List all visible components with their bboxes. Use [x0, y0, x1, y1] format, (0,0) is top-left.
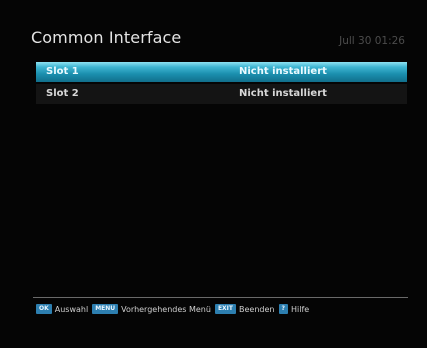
slot-name: Slot 1	[46, 66, 79, 77]
help-key-icon[interactable]: ?	[278, 304, 288, 314]
ok-key-icon[interactable]: OK	[36, 304, 52, 314]
slot-row-1[interactable]: Slot 1 Nicht installiert	[36, 62, 407, 82]
slot-status: Nicht installiert	[239, 66, 327, 77]
help-hint-label: Hilfe	[290, 304, 310, 314]
clock: Jull 30 01:26	[339, 35, 405, 47]
slot-status: Nicht installiert	[239, 88, 327, 99]
screen: Common Interface Jull 30 01:26 Slot 1 Ni…	[0, 0, 427, 348]
slot-list: Slot 1 Nicht installiert Slot 2 Nicht in…	[36, 62, 407, 106]
menu-key-icon[interactable]: MENU	[92, 304, 119, 314]
slot-row-2[interactable]: Slot 2 Nicht installiert	[36, 84, 407, 104]
exit-key-icon[interactable]: EXIT	[214, 304, 237, 314]
footer-hints: OK Auswahl MENU Vorhergehendes Menü EXIT…	[36, 303, 313, 315]
menu-hint-label: Vorhergehendes Menü	[121, 304, 211, 314]
ok-hint-label: Auswahl	[54, 304, 89, 314]
page-title: Common Interface	[31, 28, 182, 47]
slot-name: Slot 2	[46, 88, 79, 99]
exit-hint-label: Beenden	[239, 304, 275, 314]
footer-divider	[33, 297, 408, 298]
